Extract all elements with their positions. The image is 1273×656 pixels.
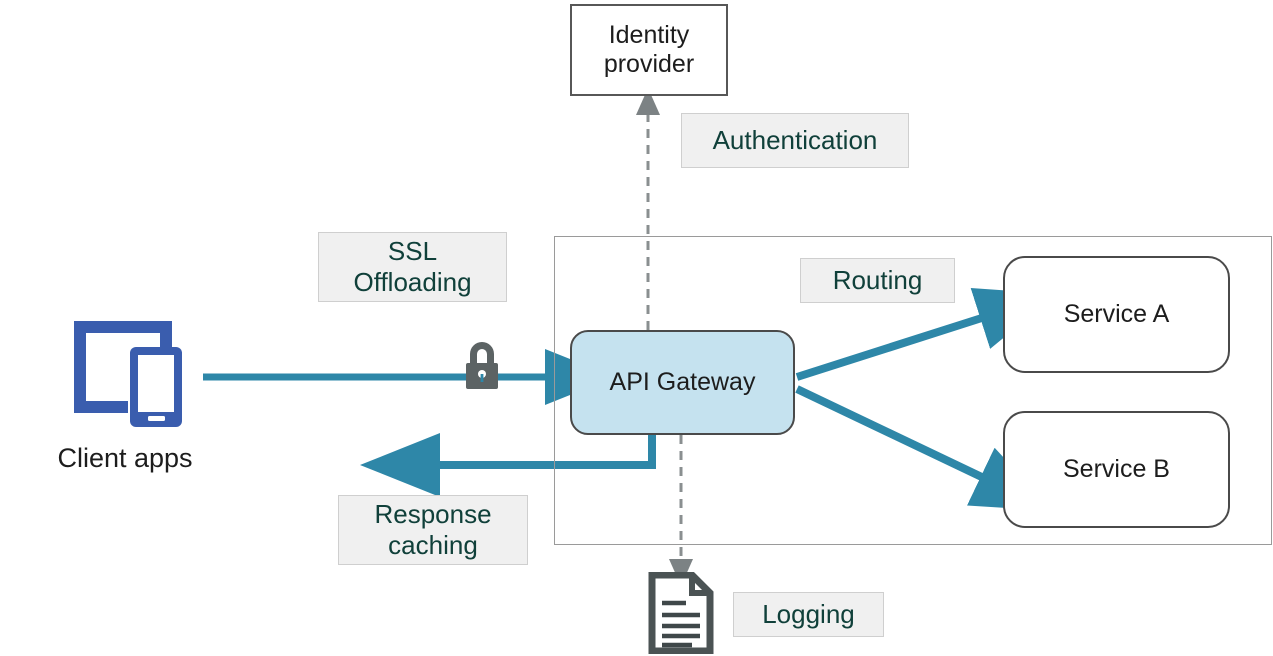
callout-authentication-label: Authentication (712, 124, 878, 155)
api-gateway-label: API Gateway (609, 367, 756, 396)
lock-icon (466, 342, 498, 389)
node-api-gateway[interactable]: API Gateway (570, 330, 795, 435)
service-b-label: Service B (1063, 454, 1170, 483)
callout-ssl-label-line1: SSL (387, 235, 438, 266)
callout-logging[interactable]: Logging (733, 592, 884, 637)
diagram-canvas: Identity provider API Gateway Service A … (0, 0, 1273, 656)
callout-logging-label: Logging (762, 598, 855, 629)
callout-response-caching-label-line2: caching (388, 530, 478, 560)
service-a-label: Service A (1063, 299, 1170, 328)
callout-ssl-label-line2: Offloading (353, 267, 472, 297)
devices-icon (74, 321, 182, 427)
callout-ssl-offloading[interactable]: SSL Offloading (318, 232, 507, 302)
callout-routing-label: Routing (832, 264, 923, 295)
callout-routing[interactable]: Routing (800, 258, 955, 303)
node-identity-provider[interactable]: Identity provider (570, 4, 728, 96)
callout-response-caching-label-line1: Response (374, 498, 492, 529)
identity-provider-label-line1: Identity (608, 20, 690, 49)
node-client-apps[interactable]: Client apps (20, 315, 230, 485)
callout-response-caching[interactable]: Response caching (338, 495, 528, 565)
client-apps-label: Client apps (57, 443, 193, 473)
identity-provider-label-line2: provider (603, 50, 695, 78)
document-icon (648, 572, 714, 654)
callout-authentication[interactable]: Authentication (681, 113, 909, 168)
node-service-b[interactable]: Service B (1003, 411, 1230, 528)
node-service-a[interactable]: Service A (1003, 256, 1230, 373)
